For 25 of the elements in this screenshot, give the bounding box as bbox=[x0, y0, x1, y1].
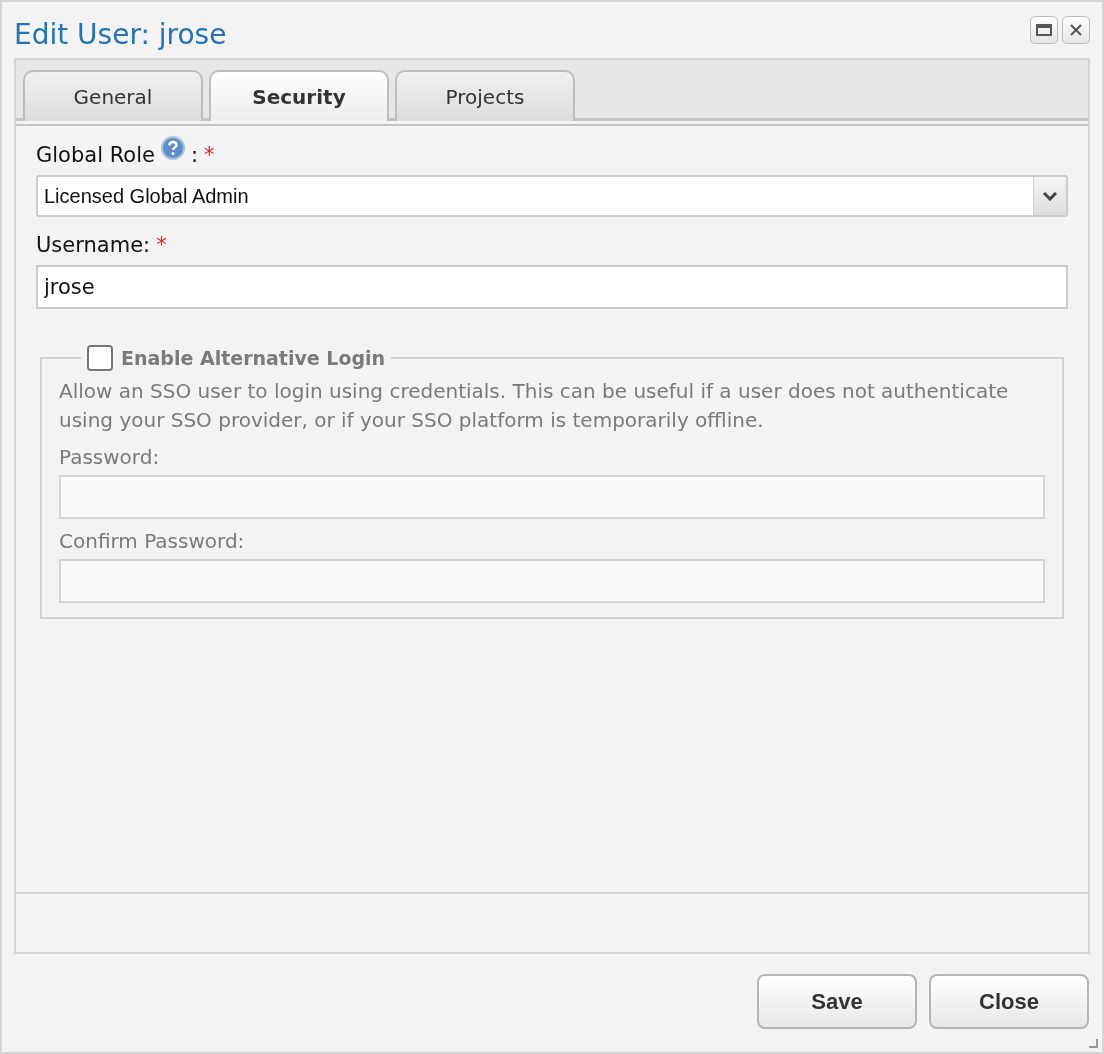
chevron-down-icon bbox=[1042, 191, 1058, 201]
maximize-icon bbox=[1036, 24, 1052, 36]
checkbox[interactable] bbox=[87, 345, 113, 371]
tab[interactable]: Projects bbox=[395, 70, 575, 121]
username-field[interactable]: jrose bbox=[36, 265, 1068, 309]
required-mark: * bbox=[156, 233, 167, 257]
global-role-dropdown[interactable]: Licensed Global Admin bbox=[36, 175, 1068, 217]
close-icon bbox=[1069, 23, 1083, 37]
checkbox-label: Enable Alternative Login bbox=[121, 347, 386, 369]
maximize-button[interactable] bbox=[1030, 16, 1058, 44]
tab[interactable]: General bbox=[23, 70, 203, 121]
field-label: Global Role bbox=[36, 143, 155, 167]
description-text: Allow an SSO user to login using credentials. This can be useful if a user does not authenticate using your SSO provider, or if your SSO platform is temporarily offline. bbox=[59, 378, 1010, 434]
field-label: Username: bbox=[36, 233, 151, 257]
close-button[interactable] bbox=[1062, 16, 1090, 44]
window-title: Edit User: jrose bbox=[14, 18, 227, 51]
field-label: Confirm Password: bbox=[59, 529, 246, 553]
required-mark: * bbox=[204, 143, 215, 167]
tab[interactable]: Security bbox=[209, 70, 389, 121]
field-label: Password: bbox=[59, 445, 161, 469]
dialog-button[interactable]: Save bbox=[757, 974, 917, 1029]
colon-text: : bbox=[190, 143, 198, 167]
help-icon[interactable] bbox=[160, 136, 185, 160]
resize-grip-icon[interactable] bbox=[1088, 1038, 1098, 1048]
dialog-button[interactable]: Close bbox=[929, 974, 1089, 1029]
